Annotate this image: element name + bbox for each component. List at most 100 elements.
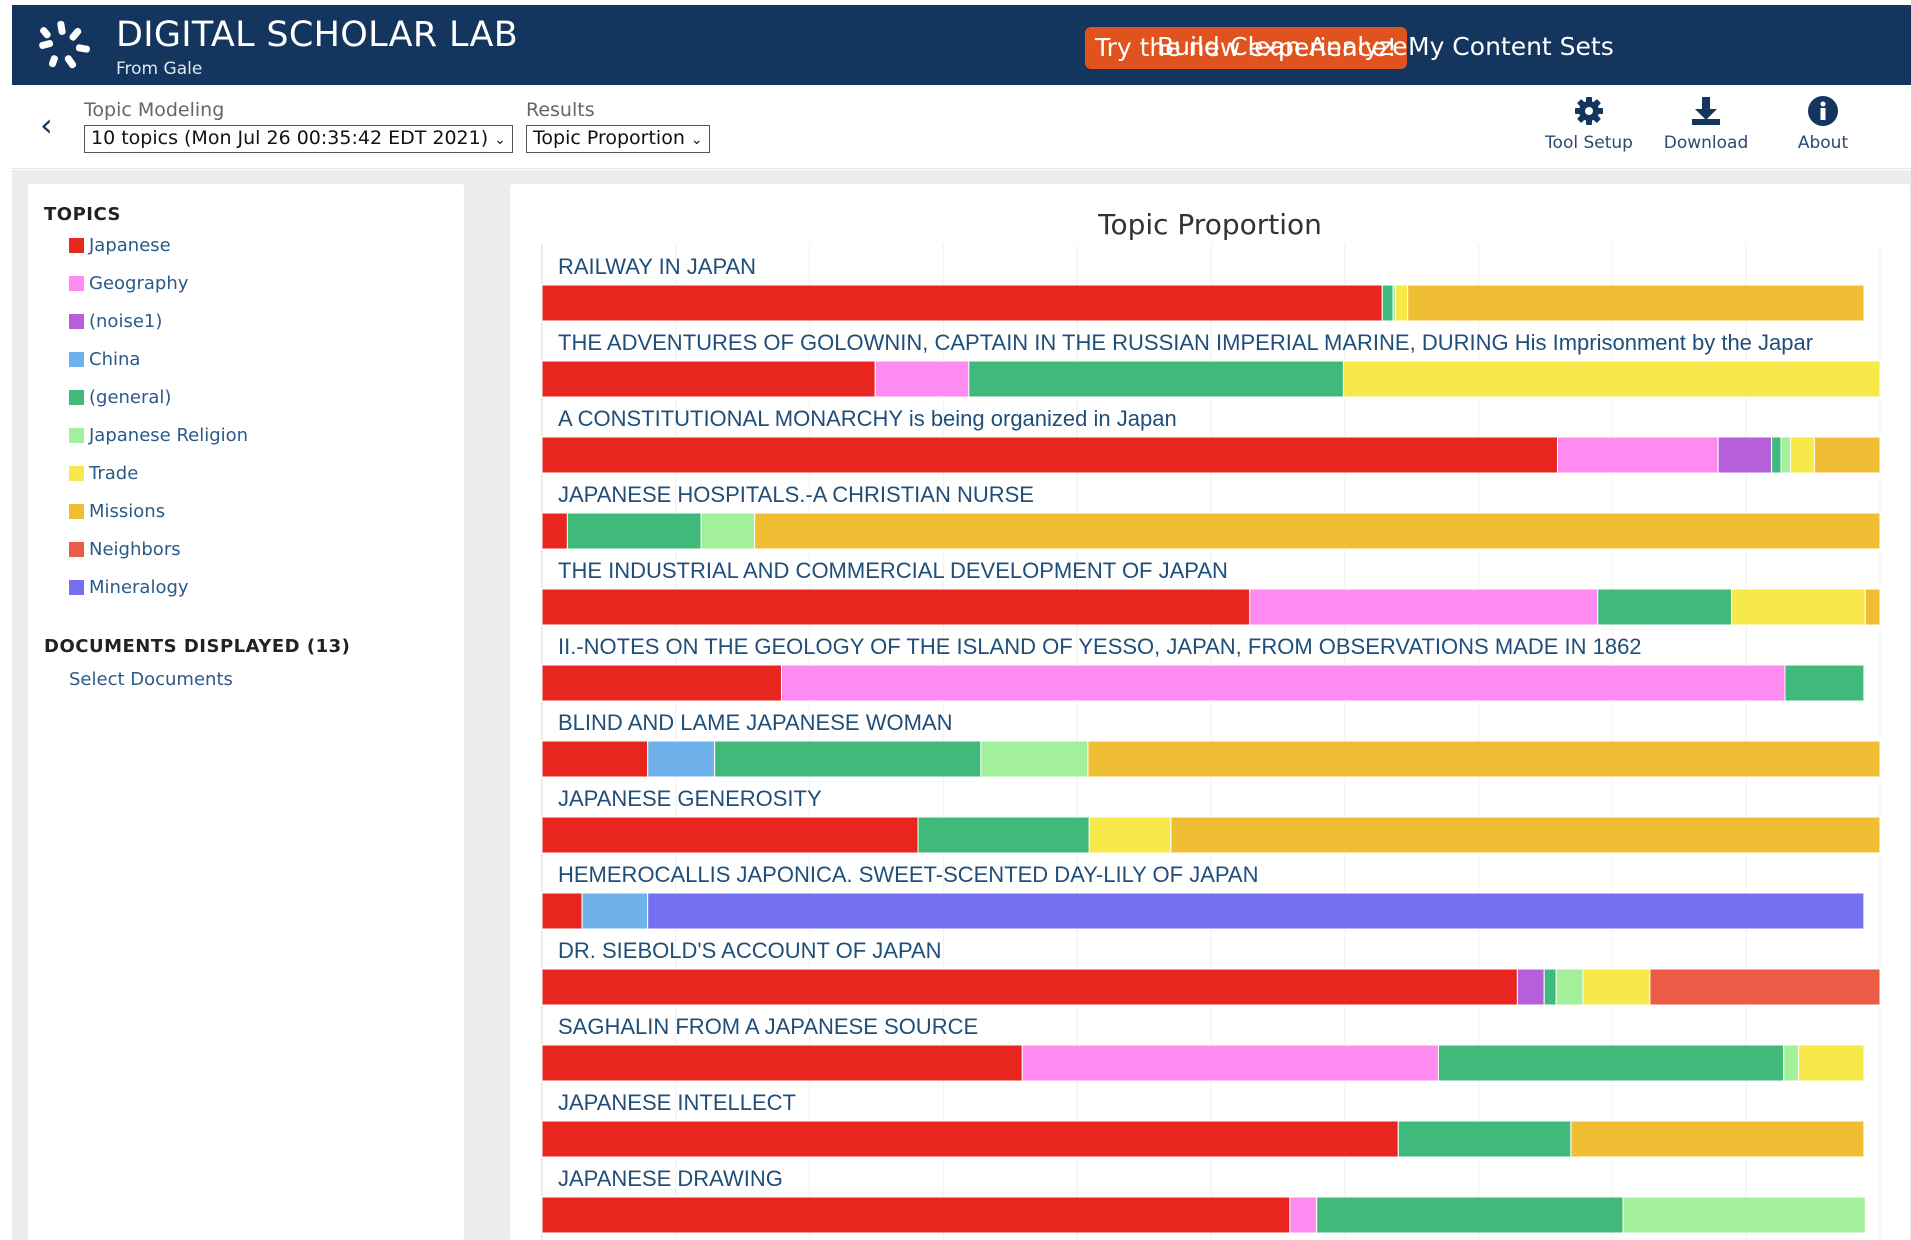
bar-segment[interactable] <box>1570 1120 1865 1158</box>
bar-segment[interactable] <box>1543 968 1557 1006</box>
bar-segment[interactable] <box>1784 664 1865 702</box>
nav-clean[interactable]: Clean <box>1230 32 1301 61</box>
bar-segment[interactable] <box>1780 436 1791 474</box>
document-row[interactable]: JAPANESE INTELLECT <box>541 1090 1865 1158</box>
bar-segment[interactable] <box>581 892 649 930</box>
download-button[interactable]: Download <box>1646 95 1766 153</box>
bar-segment[interactable] <box>1557 436 1719 474</box>
bar-segment[interactable] <box>647 892 1865 930</box>
bar-segment[interactable] <box>1789 436 1816 474</box>
bar-segment[interactable] <box>541 512 568 550</box>
document-title[interactable]: JAPANESE HOSPITALS.-A CHRISTIAN NURSE <box>558 482 1034 507</box>
topic-item[interactable]: Neighbors <box>69 536 181 562</box>
bar-segment[interactable] <box>647 740 716 778</box>
bar-segment[interactable] <box>1395 284 1409 322</box>
bar-segment[interactable] <box>1316 1196 1624 1234</box>
topic-item[interactable]: Missions <box>69 498 165 524</box>
bar-segment[interactable] <box>1622 1196 1866 1234</box>
bar-segment[interactable] <box>1555 968 1584 1006</box>
document-row[interactable]: THE ADVENTURES OF GOLOWNIN, CAPTAIN IN T… <box>541 330 1881 398</box>
bar-segment[interactable] <box>714 740 982 778</box>
bar-segment[interactable] <box>1438 1044 1785 1082</box>
bar-segment[interactable] <box>541 1120 1399 1158</box>
bar-segment[interactable] <box>1381 284 1394 322</box>
bar-segment[interactable] <box>1516 968 1545 1006</box>
bar-segment[interactable] <box>566 512 702 550</box>
brand-logo-icon[interactable] <box>36 19 96 73</box>
bar-segment[interactable] <box>781 664 1786 702</box>
bar-segment[interactable] <box>1597 588 1732 626</box>
bar-segment[interactable] <box>1407 284 1865 322</box>
document-title[interactable]: DR. SIEBOLD'S ACCOUNT OF JAPAN <box>558 938 942 963</box>
bar-segment[interactable] <box>541 1044 1023 1082</box>
document-title[interactable]: JAPANESE DRAWING <box>558 1166 783 1191</box>
topic-item[interactable]: Japanese Religion <box>69 422 248 448</box>
tool-setup-button[interactable]: Tool Setup <box>1529 95 1649 153</box>
topic-item[interactable]: China <box>69 346 140 372</box>
bar-segment[interactable] <box>1731 588 1866 626</box>
bar-segment[interactable] <box>1649 968 1881 1006</box>
bar-segment[interactable] <box>541 1196 1291 1234</box>
bar-segment[interactable] <box>1717 436 1773 474</box>
bar-segment[interactable] <box>541 664 782 702</box>
bar-segment[interactable] <box>1087 740 1881 778</box>
bar-segment[interactable] <box>1582 968 1651 1006</box>
bar-segment[interactable] <box>541 588 1251 626</box>
bar-segment[interactable] <box>541 816 919 854</box>
topic-item[interactable]: Geography <box>69 270 188 296</box>
bar-segment[interactable] <box>917 816 1090 854</box>
document-title[interactable]: THE ADVENTURES OF GOLOWNIN, CAPTAIN IN T… <box>558 330 1813 355</box>
bar-segment[interactable] <box>1797 1044 1865 1082</box>
document-title[interactable]: SAGHALIN FROM A JAPANESE SOURCE <box>558 1014 978 1039</box>
document-title[interactable]: A CONSTITUTIONAL MONARCHY is being organ… <box>558 406 1177 431</box>
bar-segment[interactable] <box>541 892 583 930</box>
nav-my-content-sets[interactable]: My Content Sets <box>1408 32 1614 61</box>
nav-build[interactable]: Build <box>1157 32 1220 61</box>
document-title[interactable]: HEMEROCALLIS JAPONICA. SWEET-SCENTED DAY… <box>558 862 1259 887</box>
bar-segment[interactable] <box>1343 360 1881 398</box>
bar-segment[interactable] <box>541 360 876 398</box>
bar-segment[interactable] <box>1170 816 1881 854</box>
document-row[interactable]: HEMEROCALLIS JAPONICA. SWEET-SCENTED DAY… <box>541 862 1865 930</box>
bar-segment[interactable] <box>1249 588 1599 626</box>
bar-segment[interactable] <box>541 968 1518 1006</box>
results-select[interactable]: Topic Proportion ⌄ <box>526 125 710 153</box>
bar-segment[interactable] <box>1864 588 1881 626</box>
bar-segment[interactable] <box>968 360 1344 398</box>
topic-run-select[interactable]: 10 topics (Mon Jul 26 00:35:42 EDT 2021)… <box>84 125 513 153</box>
bar-segment[interactable] <box>1397 1120 1572 1158</box>
nav-analyze[interactable]: Analyze <box>1309 32 1408 61</box>
bar-segment[interactable] <box>1813 436 1881 474</box>
document-row[interactable]: RAILWAY IN JAPAN <box>541 254 1865 322</box>
brand-title[interactable]: DIGITAL SCHOLAR LAB <box>116 15 518 55</box>
document-row[interactable]: THE INDUSTRIAL AND COMMERCIAL DEVELOPMEN… <box>541 558 1881 626</box>
back-chevron-icon[interactable]: ‹ <box>40 105 70 145</box>
document-title[interactable]: BLIND AND LAME JAPANESE WOMAN <box>558 710 952 735</box>
bar-segment[interactable] <box>1088 816 1172 854</box>
document-title[interactable]: JAPANESE INTELLECT <box>558 1090 796 1115</box>
topic-item[interactable]: Mineralogy <box>69 574 189 600</box>
bar-segment[interactable] <box>980 740 1089 778</box>
bar-segment[interactable] <box>541 284 1383 322</box>
document-title[interactable]: JAPANESE GENEROSITY <box>558 786 822 811</box>
document-title[interactable]: THE INDUSTRIAL AND COMMERCIAL DEVELOPMEN… <box>558 558 1228 583</box>
topic-item[interactable]: Trade <box>69 460 138 486</box>
topic-item[interactable]: (noise1) <box>69 308 162 334</box>
bar-segment[interactable] <box>1771 436 1782 474</box>
select-documents-link[interactable]: Select Documents <box>69 669 233 690</box>
bar-segment[interactable] <box>1783 1044 1799 1082</box>
bar-segment[interactable] <box>541 740 649 778</box>
document-row[interactable]: SAGHALIN FROM A JAPANESE SOURCE <box>541 1014 1865 1082</box>
about-button[interactable]: About <box>1763 95 1883 153</box>
bar-segment[interactable] <box>754 512 1881 550</box>
document-title[interactable]: RAILWAY IN JAPAN <box>558 254 756 279</box>
topic-item[interactable]: (general) <box>69 384 171 410</box>
topic-item[interactable]: Japanese <box>69 232 171 258</box>
document-row[interactable]: JAPANESE DRAWING <box>541 1166 1866 1234</box>
bar-segment[interactable] <box>1021 1044 1439 1082</box>
document-title[interactable]: II.-NOTES ON THE GEOLOGY OF THE ISLAND O… <box>558 634 1642 659</box>
bar-segment[interactable] <box>874 360 970 398</box>
document-row[interactable]: II.-NOTES ON THE GEOLOGY OF THE ISLAND O… <box>541 634 1865 702</box>
bar-segment[interactable] <box>1289 1196 1318 1234</box>
bar-segment[interactable] <box>541 436 1558 474</box>
